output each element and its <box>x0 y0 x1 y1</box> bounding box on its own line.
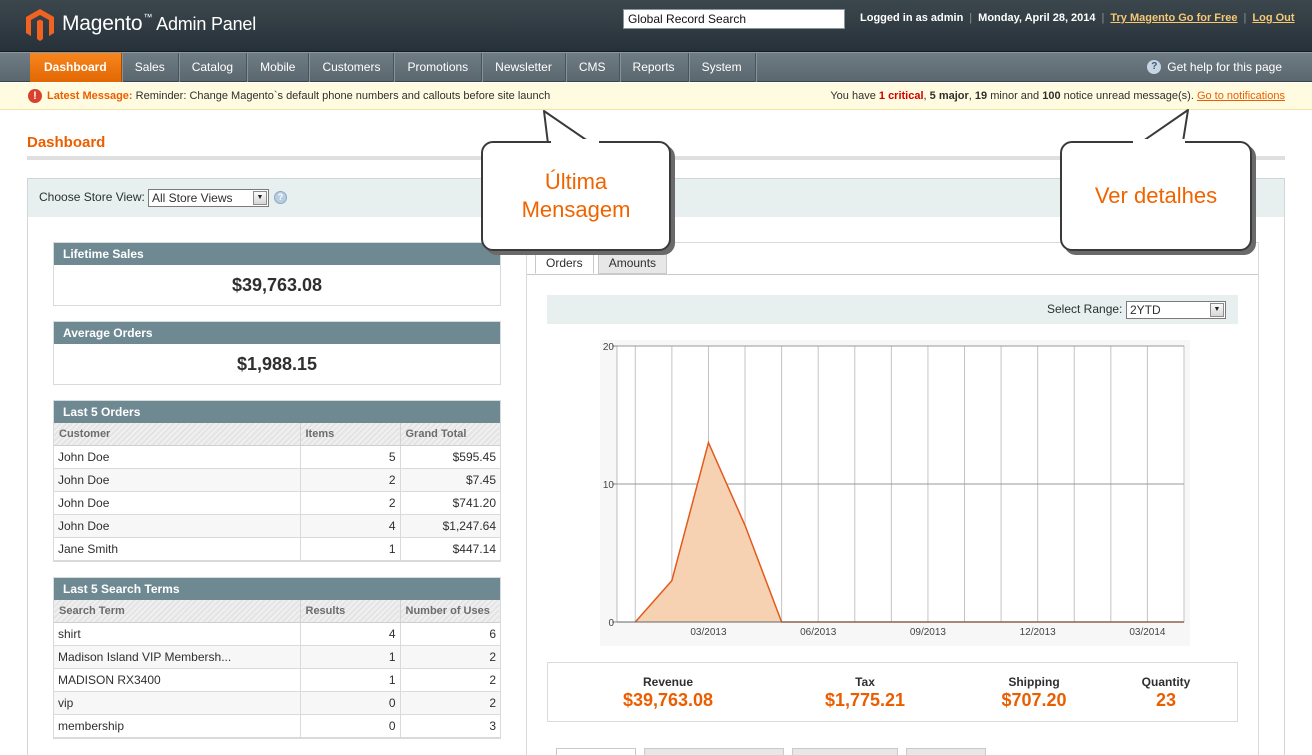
range-bar: Select Range: 2YTD ▼ <box>547 295 1238 324</box>
tab-amounts[interactable]: Amounts <box>597 252 668 274</box>
last-orders-box: Last 5 Orders Customer Items Grand Total… <box>53 400 501 562</box>
help-label: Get help for this page <box>1167 60 1282 74</box>
try-magento-link[interactable]: Try Magento Go for Free <box>1110 12 1237 24</box>
range-label: Select Range: <box>1047 302 1123 316</box>
last-orders-title: Last 5 Orders <box>54 401 500 423</box>
logged-in-text: Logged in as admin <box>860 12 964 24</box>
table-row[interactable]: John Doe 5 $595.45 <box>54 445 500 469</box>
column-header[interactable]: Customer <box>54 423 301 446</box>
help-link[interactable]: ? Get help for this page <box>1147 60 1282 74</box>
nav-reports[interactable]: Reports <box>620 53 689 82</box>
column-header[interactable]: Search Term <box>54 600 301 623</box>
critical-count: 1 critical <box>878 90 924 102</box>
notice-count: 100 <box>1042 90 1061 102</box>
column-header[interactable]: Grand Total <box>400 423 500 446</box>
average-orders-value: $1,988.15 <box>236 354 318 374</box>
latest-message-text: Reminder: Change Magento`s default phone… <box>135 90 551 102</box>
dropdown-arrow-icon: ▼ <box>253 191 267 205</box>
nav-system[interactable]: System <box>689 53 756 82</box>
nav-customers[interactable]: Customers <box>309 53 395 82</box>
nav-sales[interactable]: Sales <box>122 53 179 82</box>
bottom-tab[interactable] <box>906 748 986 755</box>
x-tick-label: 03/2014 <box>1129 627 1166 638</box>
header-info: Logged in as admin | Monday, April 28, 201… <box>860 12 1295 24</box>
table-row[interactable]: Madison Island VIP Membersh... 1 2 <box>54 645 500 669</box>
table-row[interactable]: MADISON RX3400 1 2 <box>54 668 500 692</box>
nav-promotions[interactable]: Promotions <box>394 53 483 82</box>
callout-seam <box>1133 139 1185 144</box>
x-tick-label: 12/2013 <box>1020 627 1057 638</box>
total-quantity: Quantity 23 <box>1141 675 1191 710</box>
orders-chart: 0 10 20 03/2013 06/2013 09/2013 12/2013 03/2014 <box>600 340 1190 646</box>
total-tax: Tax $1,775.21 <box>824 675 906 710</box>
magento-logo-icon <box>26 9 54 41</box>
go-to-notifications-link[interactable]: Go to notifications <box>1197 90 1285 102</box>
last-search-table: Search Term Results Number of Uses shirt… <box>54 600 500 738</box>
x-tick-label: 03/2013 <box>690 627 727 638</box>
callout-latest-message: Última Mensagem <box>481 141 671 251</box>
nav-cms[interactable]: CMS <box>566 53 620 82</box>
nav-mobile[interactable]: Mobile <box>247 53 310 82</box>
minor-count: 19 <box>974 90 988 102</box>
header: Magento™Admin Panel Logged in as admin|M… <box>0 0 1312 52</box>
tab-orders[interactable]: Orders <box>535 252 594 274</box>
store-view-select[interactable]: All Store Views ▼ <box>148 189 269 207</box>
store-view-label: Choose Store View: <box>39 190 145 204</box>
page-title: Dashboard <box>27 134 106 151</box>
y-tick-label: 0 <box>608 618 614 629</box>
totals-bar: Revenue $39,763.08 Tax $1,775.21 Shipping $… <box>547 662 1238 722</box>
major-count: 5 major <box>929 90 969 102</box>
callout-seam <box>551 139 599 144</box>
nav-catalog[interactable]: Catalog <box>179 53 248 82</box>
header-date: Monday, April 28, 2014 <box>978 12 1096 24</box>
table-row[interactable]: John Doe 2 $7.45 <box>54 468 500 492</box>
last-search-box: Last 5 Search Terms Search Term Results … <box>53 577 501 739</box>
bottom-tab[interactable] <box>644 748 784 755</box>
global-search-input[interactable] <box>623 9 845 29</box>
range-select[interactable]: 2YTD ▼ <box>1126 301 1226 319</box>
x-tick-label: 06/2013 <box>800 627 837 638</box>
bottom-tab[interactable] <box>556 748 636 755</box>
brand-title[interactable]: Magento™ Admin Panel <box>62 12 256 36</box>
last-orders-table: Customer Items Grand Total John Doe 5 $595… <box>54 423 500 561</box>
total-shipping: Shipping $707.20 <box>1001 675 1067 710</box>
column-header[interactable]: Number of Uses <box>400 600 500 623</box>
latest-message: Latest Message: Reminder: Change Magento… <box>47 90 550 102</box>
notification-summary: You have 1 critical, 5 major, 19 minor a… <box>830 90 1285 102</box>
total-revenue: Revenue $39,763.08 <box>622 675 714 710</box>
table-row[interactable]: shirt 4 6 <box>54 622 500 646</box>
store-help-icon[interactable]: ? <box>274 191 287 204</box>
diagram-tabs: Orders Amounts <box>535 252 671 274</box>
lifetime-sales-box: Lifetime Sales $39,763.08 <box>53 242 501 306</box>
help-icon: ? <box>1147 60 1162 74</box>
x-tick-label: 09/2013 <box>910 627 947 638</box>
column-header[interactable]: Items <box>300 423 401 446</box>
latest-message-label: Latest Message: <box>47 90 133 102</box>
dropdown-arrow-icon: ▼ <box>1210 303 1224 317</box>
callout-details: Ver detalhes <box>1060 141 1252 251</box>
average-orders-title: Average Orders <box>54 322 500 344</box>
table-row[interactable]: John Doe 4 $1,247.64 <box>54 514 500 538</box>
table-row[interactable]: Jane Smith 1 $447.14 <box>54 537 500 561</box>
column-header[interactable]: Results <box>300 600 401 623</box>
average-orders-box: Average Orders $1,988.15 <box>53 321 501 385</box>
alert-icon: ! <box>28 89 42 103</box>
bottom-tab[interactable] <box>792 748 898 755</box>
y-tick-label: 20 <box>603 342 615 353</box>
tab-divider <box>527 274 1258 275</box>
table-row[interactable]: membership 0 3 <box>54 714 500 738</box>
last-search-title: Last 5 Search Terms <box>54 578 500 600</box>
table-row[interactable]: John Doe 2 $741.20 <box>54 491 500 515</box>
logout-link[interactable]: Log Out <box>1252 12 1294 24</box>
bottom-tabs <box>556 748 994 755</box>
y-tick-label: 10 <box>603 480 615 491</box>
nav-dashboard[interactable]: Dashboard <box>30 53 122 82</box>
lifetime-sales-value: $39,763.08 <box>231 275 323 295</box>
lifetime-sales-title: Lifetime Sales <box>54 243 500 265</box>
nav-newsletter[interactable]: Newsletter <box>482 53 566 82</box>
main-nav: Dashboard Sales Catalog Mobile Customers… <box>0 52 1312 82</box>
table-row[interactable]: vip 0 2 <box>54 691 500 715</box>
